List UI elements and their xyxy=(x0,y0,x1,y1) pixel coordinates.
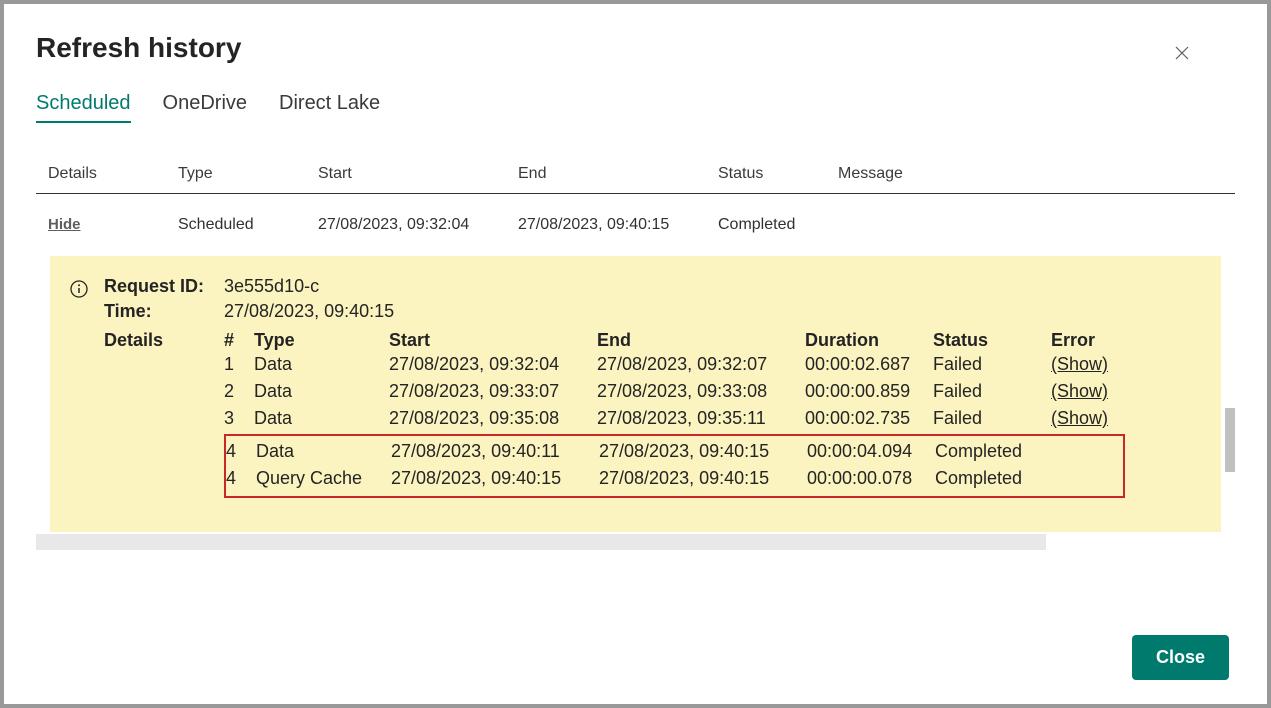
dt-duration: 00:00:02.687 xyxy=(805,354,933,375)
dt-duration: 00:00:00.859 xyxy=(805,381,933,402)
dt-num: 2 xyxy=(224,381,254,402)
dt-status: Failed xyxy=(933,408,1051,429)
dt-duration: 00:00:04.094 xyxy=(807,441,935,462)
tab-scheduled[interactable]: Scheduled xyxy=(36,92,131,123)
dt-start: 27/08/2023, 09:40:11 xyxy=(391,441,599,462)
dt-col-duration: Duration xyxy=(805,330,933,351)
tab-onedrive[interactable]: OneDrive xyxy=(163,92,247,123)
dt-col-num: # xyxy=(224,330,254,351)
dt-type: Data xyxy=(254,381,389,402)
details-panel: Request ID: 3e555d10-c Time: 27/08/2023,… xyxy=(50,256,1221,532)
dt-num: 3 xyxy=(224,408,254,429)
dt-error xyxy=(1053,468,1123,489)
details-row: 1 Data 27/08/2023, 09:32:04 27/08/2023, … xyxy=(224,351,1125,378)
dt-end: 27/08/2023, 09:33:08 xyxy=(597,381,805,402)
row-type: Scheduled xyxy=(178,216,318,234)
show-error-link[interactable]: (Show) xyxy=(1051,381,1108,401)
col-type: Type xyxy=(178,165,318,183)
details-table: # Type Start End Duration Status Error 1… xyxy=(224,330,1125,498)
col-status: Status xyxy=(718,165,838,183)
details-row: 4 Data 27/08/2023, 09:40:11 27/08/2023, … xyxy=(226,438,1123,465)
col-details: Details xyxy=(48,165,178,183)
dt-end: 27/08/2023, 09:35:11 xyxy=(597,408,805,429)
hide-link[interactable]: Hide xyxy=(48,216,81,233)
request-id-value: 3e555d10-c xyxy=(224,276,319,297)
horizontal-scrollbar[interactable] xyxy=(36,534,1046,550)
row-end: 27/08/2023, 09:40:15 xyxy=(518,216,718,234)
details-row: 3 Data 27/08/2023, 09:35:08 27/08/2023, … xyxy=(224,405,1125,432)
details-label: Details xyxy=(104,330,224,351)
col-end: End xyxy=(518,165,718,183)
dt-num: 4 xyxy=(226,468,256,489)
details-table-header: # Type Start End Duration Status Error xyxy=(224,330,1125,351)
dt-type: Data xyxy=(254,354,389,375)
dt-duration: 00:00:02.735 xyxy=(805,408,933,429)
dt-num: 1 xyxy=(224,354,254,375)
col-message: Message xyxy=(838,165,1223,183)
row-status: Completed xyxy=(718,216,838,234)
col-start: Start xyxy=(318,165,518,183)
dialog-footer: Close xyxy=(36,615,1235,680)
details-row: 2 Data 27/08/2023, 09:33:07 27/08/2023, … xyxy=(224,378,1125,405)
dialog-title: Refresh history xyxy=(36,32,1235,64)
refresh-history-dialog: Refresh history Scheduled OneDrive Direc… xyxy=(4,4,1267,704)
tab-bar: Scheduled OneDrive Direct Lake xyxy=(36,92,1235,123)
dt-duration: 00:00:00.078 xyxy=(807,468,935,489)
dt-end: 27/08/2023, 09:40:15 xyxy=(599,468,807,489)
dt-col-status: Status xyxy=(933,330,1051,351)
dt-start: 27/08/2023, 09:40:15 xyxy=(391,468,599,489)
tab-direct-lake[interactable]: Direct Lake xyxy=(279,92,380,123)
highlighted-rows-box: 4 Data 27/08/2023, 09:40:11 27/08/2023, … xyxy=(224,434,1125,498)
dt-col-type: Type xyxy=(254,330,389,351)
dt-end: 27/08/2023, 09:40:15 xyxy=(599,441,807,462)
history-table-header: Details Type Start End Status Message xyxy=(36,155,1235,194)
dt-num: 4 xyxy=(226,441,256,462)
info-icon xyxy=(70,280,88,303)
dt-status: Completed xyxy=(935,468,1053,489)
dt-col-start: Start xyxy=(389,330,597,351)
dt-start: 27/08/2023, 09:35:08 xyxy=(389,408,597,429)
dt-start: 27/08/2023, 09:33:07 xyxy=(389,381,597,402)
dt-start: 27/08/2023, 09:32:04 xyxy=(389,354,597,375)
request-id-label: Request ID: xyxy=(104,276,224,297)
dt-status: Completed xyxy=(935,441,1053,462)
dt-col-end: End xyxy=(597,330,805,351)
time-label: Time: xyxy=(104,301,224,322)
show-error-link[interactable]: (Show) xyxy=(1051,408,1108,428)
dt-col-error: Error xyxy=(1051,330,1121,351)
history-row: Hide Scheduled 27/08/2023, 09:32:04 27/0… xyxy=(36,194,1235,256)
dt-type: Data xyxy=(256,441,391,462)
close-button[interactable]: Close xyxy=(1132,635,1229,680)
details-row: 4 Query Cache 27/08/2023, 09:40:15 27/08… xyxy=(226,465,1123,492)
row-start: 27/08/2023, 09:32:04 xyxy=(318,216,518,234)
time-value: 27/08/2023, 09:40:15 xyxy=(224,301,394,322)
show-error-link[interactable]: (Show) xyxy=(1051,354,1108,374)
dt-type: Data xyxy=(254,408,389,429)
dt-status: Failed xyxy=(933,381,1051,402)
vertical-scrollbar[interactable] xyxy=(1225,408,1235,472)
dt-type: Query Cache xyxy=(256,468,391,489)
dt-error xyxy=(1053,441,1123,462)
dt-end: 27/08/2023, 09:32:07 xyxy=(597,354,805,375)
close-icon[interactable] xyxy=(1175,46,1189,65)
dt-status: Failed xyxy=(933,354,1051,375)
